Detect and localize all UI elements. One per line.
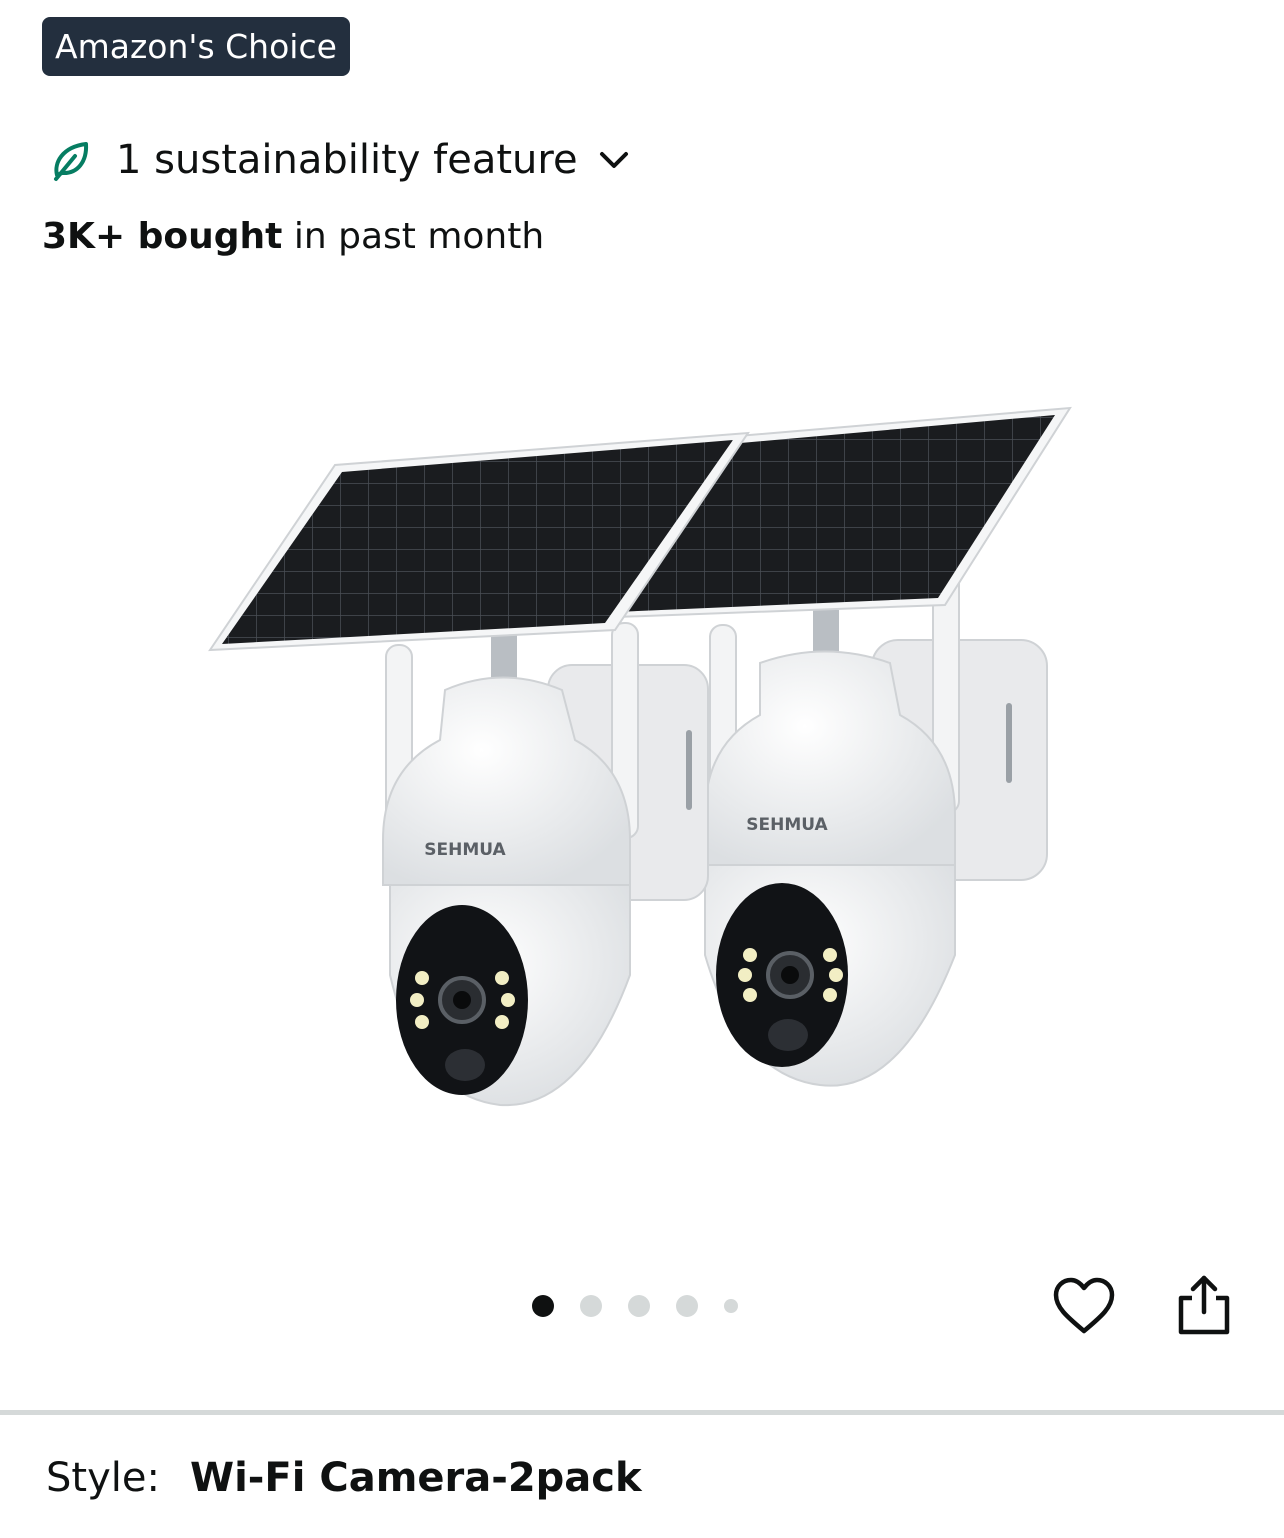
sustainability-feature-label: 1 sustainability feature (116, 137, 578, 183)
share-button[interactable] (1172, 1272, 1236, 1338)
carousel-dot-4[interactable] (676, 1295, 698, 1317)
bought-in-past-month: 3K+ bought in past month (42, 216, 544, 257)
share-icon (1178, 1275, 1230, 1335)
brand-label-right: SEHMUA (746, 815, 828, 835)
section-divider (0, 1410, 1284, 1415)
carousel-dot-2[interactable] (580, 1295, 602, 1317)
heart-icon (1053, 1277, 1115, 1334)
chevron-down-icon (594, 140, 634, 180)
style-selector[interactable]: Style: Wi-Fi Camera-2pack (46, 1455, 642, 1501)
brand-label-left: SEHMUA (424, 840, 506, 860)
carousel-dot-5[interactable] (724, 1299, 738, 1313)
carousel-indicator (532, 1293, 764, 1319)
carousel-dot-1[interactable] (532, 1295, 554, 1317)
camera-left: SEHMUA (208, 431, 750, 1107)
product-image[interactable]: SEHMUA SEHMUA (200, 395, 1080, 1115)
sustainability-feature-toggle[interactable]: 1 sustainability feature (48, 130, 634, 190)
leaf-icon (48, 137, 94, 183)
amazons-choice-badge: Amazon's Choice (42, 17, 350, 76)
style-value: Wi-Fi Camera-2pack (189, 1455, 642, 1501)
bought-count: 3K+ bought (42, 216, 283, 257)
style-label: Style: (46, 1455, 160, 1501)
carousel-dot-3[interactable] (628, 1295, 650, 1317)
bought-suffix: in past month (282, 216, 545, 257)
wishlist-button[interactable] (1052, 1276, 1116, 1340)
